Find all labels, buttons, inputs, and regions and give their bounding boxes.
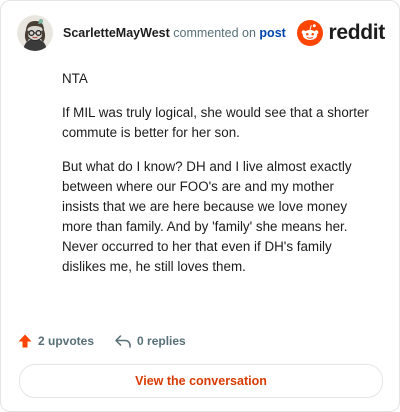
reply-arrow-icon — [115, 335, 131, 348]
username-link[interactable]: ScarletteMayWest — [63, 26, 170, 40]
comment-byline: ScarletteMayWest commented on post — [63, 26, 286, 40]
upvote-arrow-icon — [18, 334, 32, 348]
view-conversation-button[interactable]: View the conversation — [19, 364, 383, 398]
brand-wordmark: reddit — [328, 21, 385, 44]
comment-embed-card: ScarletteMayWest commented on post reddi… — [0, 0, 400, 412]
post-link[interactable]: post — [259, 26, 285, 40]
reddit-brand[interactable]: reddit — [297, 19, 385, 47]
byline-action-text: commented on — [173, 26, 256, 40]
avatar[interactable] — [17, 15, 53, 51]
reply-count: 0 replies — [137, 334, 186, 348]
comment-stats: 2 upvotes 0 replies — [17, 331, 186, 351]
comment-paragraph: But what do I know? DH and I live almost… — [62, 159, 352, 274]
upvote-stat[interactable]: 2 upvotes — [17, 333, 94, 349]
reddit-logo-icon — [297, 20, 324, 46]
comment-body: NTA If MIL was truly logical, she would … — [62, 69, 374, 291]
upvote-count: 2 upvotes — [38, 334, 95, 348]
comment-paragraph: If MIL was truly logical, she would see … — [62, 105, 369, 140]
comment-paragraph: NTA — [62, 71, 88, 86]
reply-stat[interactable]: 0 replies — [114, 333, 186, 349]
comment-header: ScarletteMayWest commented on post reddi… — [17, 15, 385, 53]
snoo-avatar-icon — [17, 15, 53, 51]
